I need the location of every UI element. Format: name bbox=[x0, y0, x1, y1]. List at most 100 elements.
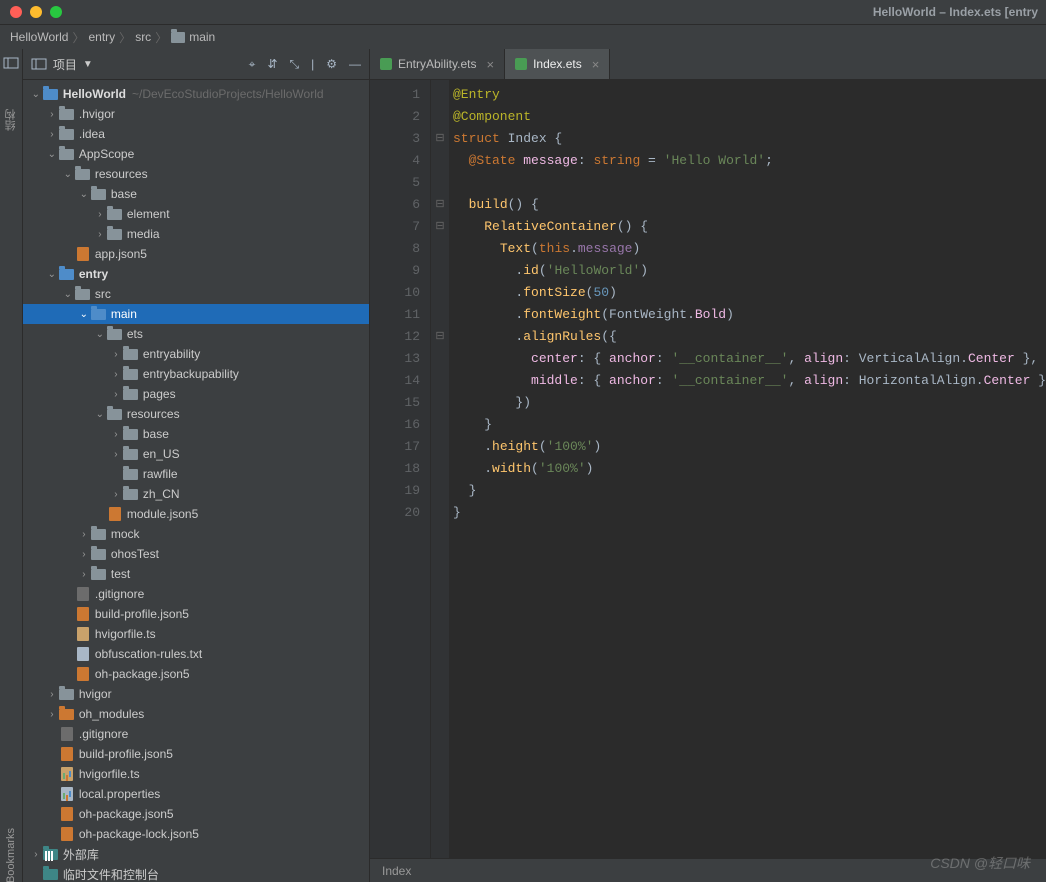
tree-arrow-icon[interactable]: › bbox=[45, 689, 59, 700]
tree-item[interactable]: ›mock bbox=[23, 524, 369, 544]
project-tool-icon[interactable] bbox=[3, 55, 19, 71]
close-tab-icon[interactable]: × bbox=[486, 57, 494, 72]
tree-item[interactable]: ›.hvigor bbox=[23, 104, 369, 124]
tree-item[interactable]: obfuscation-rules.txt bbox=[23, 644, 369, 664]
tree-arrow-icon[interactable]: ⌄ bbox=[77, 189, 91, 200]
tree-item[interactable]: ›oh_modules bbox=[23, 704, 369, 724]
code-line[interactable]: build() { bbox=[453, 194, 1046, 216]
tree-item[interactable]: hvigorfile.ts bbox=[23, 764, 369, 784]
tree-arrow-icon[interactable]: › bbox=[77, 569, 91, 580]
tree-arrow-icon[interactable]: ⌄ bbox=[61, 169, 75, 180]
hide-icon[interactable]: — bbox=[349, 57, 361, 72]
tree-arrow-icon[interactable]: › bbox=[109, 369, 123, 380]
breadcrumb-item[interactable]: main bbox=[189, 30, 215, 44]
tree-arrow-icon[interactable]: › bbox=[93, 229, 107, 240]
code-line[interactable]: .fontSize(50) bbox=[453, 282, 1046, 304]
code-line[interactable]: } bbox=[453, 414, 1046, 436]
fold-gutter[interactable]: ⊟ ⊟⊟ ⊟ bbox=[431, 80, 449, 858]
tree-item[interactable]: .gitignore bbox=[23, 584, 369, 604]
code-line[interactable]: .fontWeight(FontWeight.Bold) bbox=[453, 304, 1046, 326]
tree-item[interactable]: ⌄HelloWorld~/DevEcoStudioProjects/HelloW… bbox=[23, 84, 369, 104]
tree-arrow-icon[interactable]: ⌄ bbox=[61, 289, 75, 300]
tree-item[interactable]: ⌄AppScope bbox=[23, 144, 369, 164]
tree-item[interactable]: local.properties bbox=[23, 784, 369, 804]
code-line[interactable]: .id('HelloWorld') bbox=[453, 260, 1046, 282]
tree-arrow-icon[interactable]: ⌄ bbox=[45, 269, 59, 280]
tree-item[interactable]: 临时文件和控制台 bbox=[23, 864, 369, 882]
close-window-icon[interactable] bbox=[10, 6, 22, 18]
structure-label[interactable]: 结构 bbox=[3, 109, 19, 131]
tree-arrow-icon[interactable]: ⌄ bbox=[29, 89, 43, 100]
code-line[interactable]: center: { anchor: '__container__', align… bbox=[453, 348, 1046, 370]
fold-handle-icon[interactable]: ⊟ bbox=[431, 194, 449, 216]
chevron-down-icon[interactable]: ▼ bbox=[83, 59, 93, 70]
tree-arrow-icon[interactable]: › bbox=[109, 389, 123, 400]
tree-item[interactable]: ›test bbox=[23, 564, 369, 584]
tree-item[interactable]: oh-package.json5 bbox=[23, 664, 369, 684]
tree-arrow-icon[interactable]: ⌄ bbox=[93, 409, 107, 420]
tree-item[interactable]: ⌄resources bbox=[23, 404, 369, 424]
close-tab-icon[interactable]: × bbox=[592, 57, 600, 72]
tree-item[interactable]: ›.idea bbox=[23, 124, 369, 144]
code-editor[interactable]: 1234567891011121314151617181920 ⊟ ⊟⊟ ⊟ @… bbox=[370, 80, 1046, 858]
sidebar-title[interactable]: 项目 bbox=[53, 56, 77, 73]
tree-item[interactable]: ⌄main bbox=[23, 304, 369, 324]
code-line[interactable]: .width('100%') bbox=[453, 458, 1046, 480]
fold-handle-icon[interactable]: ⊟ bbox=[431, 326, 449, 348]
tree-arrow-icon[interactable]: › bbox=[109, 449, 123, 460]
tree-item[interactable]: ›hvigor bbox=[23, 684, 369, 704]
tree-item[interactable]: build-profile.json5 bbox=[23, 604, 369, 624]
tree-arrow-icon[interactable]: › bbox=[45, 709, 59, 720]
tree-item[interactable]: ⌄base bbox=[23, 184, 369, 204]
tree-item[interactable]: ›zh_CN bbox=[23, 484, 369, 504]
code-line[interactable]: .height('100%') bbox=[453, 436, 1046, 458]
breadcrumb-item[interactable]: HelloWorld bbox=[10, 30, 68, 44]
tree-item[interactable]: oh-package-lock.json5 bbox=[23, 824, 369, 844]
code-lines[interactable]: @Entry@Componentstruct Index { @State me… bbox=[449, 80, 1046, 858]
tree-item[interactable]: ›外部库 bbox=[23, 844, 369, 864]
code-line[interactable] bbox=[453, 172, 1046, 194]
tree-item[interactable]: rawfile bbox=[23, 464, 369, 484]
bookmarks-label[interactable]: Bookmarks bbox=[5, 828, 17, 882]
code-line[interactable]: Text(this.message) bbox=[453, 238, 1046, 260]
code-line[interactable]: } bbox=[453, 502, 1046, 524]
tree-item[interactable]: ⌄resources bbox=[23, 164, 369, 184]
editor-tab[interactable]: Index.ets× bbox=[505, 49, 610, 79]
tree-arrow-icon[interactable]: › bbox=[29, 849, 43, 860]
tree-arrow-icon[interactable]: › bbox=[109, 429, 123, 440]
tree-arrow-icon[interactable]: ⌄ bbox=[77, 309, 91, 320]
project-tree[interactable]: ⌄HelloWorld~/DevEcoStudioProjects/HelloW… bbox=[23, 80, 369, 882]
code-line[interactable]: RelativeContainer() { bbox=[453, 216, 1046, 238]
fold-handle-icon[interactable]: ⊟ bbox=[431, 216, 449, 238]
tree-item[interactable]: ›element bbox=[23, 204, 369, 224]
tree-item[interactable]: module.json5 bbox=[23, 504, 369, 524]
tree-arrow-icon[interactable]: › bbox=[77, 529, 91, 540]
tree-item[interactable]: .gitignore bbox=[23, 724, 369, 744]
breadcrumb-item[interactable]: src bbox=[135, 30, 151, 44]
code-line[interactable]: @Component bbox=[453, 106, 1046, 128]
maximize-window-icon[interactable] bbox=[50, 6, 62, 18]
breadcrumb-item[interactable]: entry bbox=[88, 30, 115, 44]
collapse-all-icon[interactable]: ⤡ bbox=[290, 57, 300, 72]
tree-item[interactable]: ›ohosTest bbox=[23, 544, 369, 564]
editor-tab[interactable]: EntryAbility.ets× bbox=[370, 49, 505, 79]
tree-item[interactable]: ›entrybackupability bbox=[23, 364, 369, 384]
tree-item[interactable]: ›en_US bbox=[23, 444, 369, 464]
tree-item[interactable]: ›media bbox=[23, 224, 369, 244]
tree-arrow-icon[interactable]: › bbox=[93, 209, 107, 220]
code-line[interactable]: @State message: string = 'Hello World'; bbox=[453, 150, 1046, 172]
tree-arrow-icon[interactable]: › bbox=[109, 489, 123, 500]
tree-item[interactable]: ›base bbox=[23, 424, 369, 444]
fold-handle-icon[interactable]: ⊟ bbox=[431, 128, 449, 150]
code-line[interactable]: struct Index { bbox=[453, 128, 1046, 150]
tree-arrow-icon[interactable]: › bbox=[45, 109, 59, 120]
tree-item[interactable]: ›pages bbox=[23, 384, 369, 404]
tree-item[interactable]: hvigorfile.ts bbox=[23, 624, 369, 644]
select-opened-icon[interactable]: ⌖ bbox=[249, 57, 256, 72]
expand-all-icon[interactable]: ⇵ bbox=[267, 57, 277, 72]
tree-item[interactable]: oh-package.json5 bbox=[23, 804, 369, 824]
tree-item[interactable]: app.json5 bbox=[23, 244, 369, 264]
tree-item[interactable]: ⌄entry bbox=[23, 264, 369, 284]
tree-item[interactable]: ⌄ets bbox=[23, 324, 369, 344]
tree-arrow-icon[interactable]: › bbox=[109, 349, 123, 360]
